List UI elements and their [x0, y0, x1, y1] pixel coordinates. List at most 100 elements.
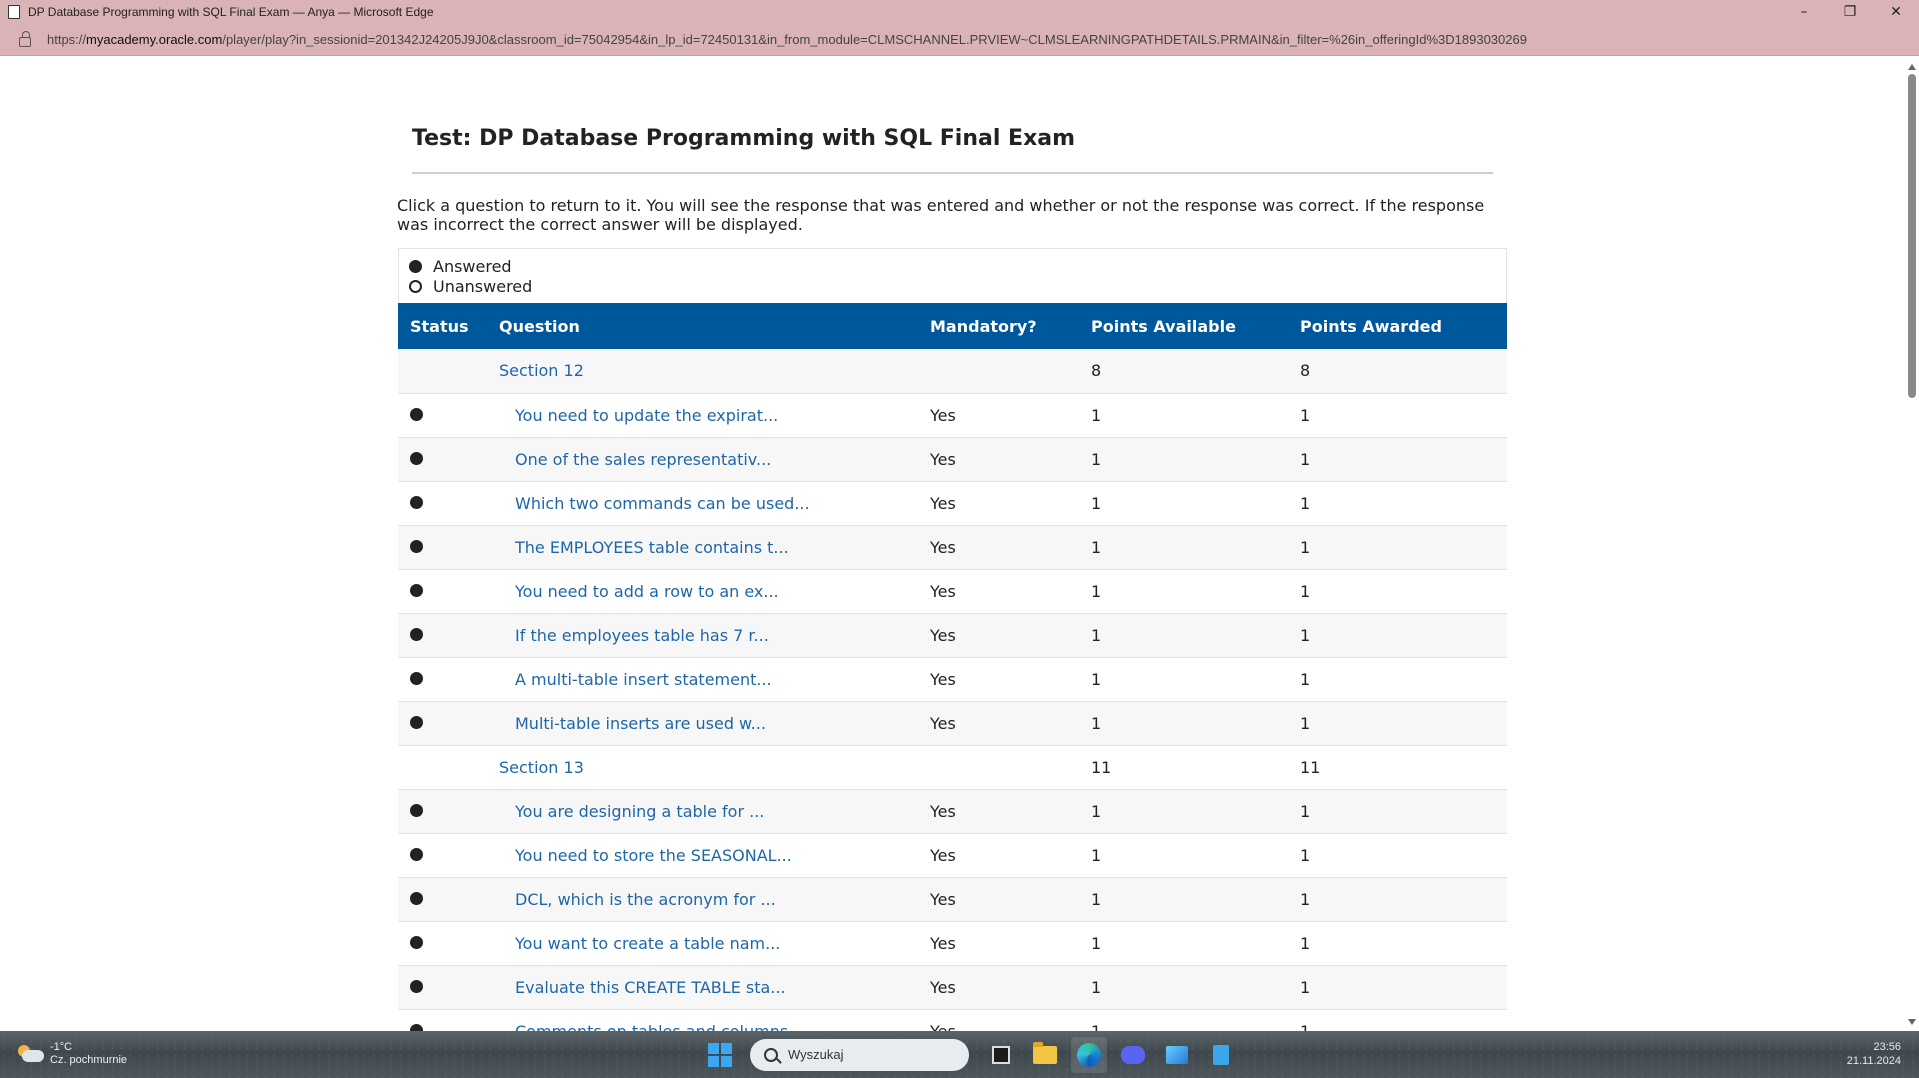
header-question[interactable]: Question: [499, 303, 930, 349]
page-content: Test: DP Database Programming with SQL F…: [0, 56, 1905, 1031]
answered-dot-icon: [410, 539, 423, 553]
url-domain: myacademy.oracle.com: [86, 31, 223, 47]
points-awarded-cell: 1: [1300, 921, 1507, 966]
points-awarded-cell: 1: [1300, 437, 1507, 482]
question-link[interactable]: Comments on tables and columns...: [499, 1022, 803, 1032]
points-available-cell: 8: [1091, 349, 1300, 394]
status-cell: [398, 349, 499, 394]
edge-button[interactable]: [1071, 1036, 1107, 1073]
question-link[interactable]: You need to store the SEASONAL...: [499, 846, 792, 865]
header-points-awarded[interactable]: Points Awarded: [1300, 303, 1507, 349]
question-cell: Multi-table inserts are used w...: [499, 701, 930, 746]
weather-description: Cz. pochmurnie: [50, 1054, 128, 1066]
mandatory-cell: Yes: [930, 393, 1091, 438]
question-link[interactable]: You are designing a table for ...: [499, 802, 764, 821]
restore-button[interactable]: ❐: [1827, 0, 1873, 23]
question-link[interactable]: The EMPLOYEES table contains t...: [499, 538, 789, 557]
legend-unanswered-label: Unanswered: [433, 277, 533, 296]
address-bar[interactable]: https://myacademy.oracle.com/player/play…: [0, 23, 1919, 56]
table-row: Multi-table inserts are used w... Yes 1 1: [398, 701, 1507, 746]
answered-dot-icon: [410, 671, 423, 685]
status-cell: [398, 657, 499, 702]
answered-dot-icon: [410, 847, 423, 861]
unanswered-ring-icon: [409, 280, 422, 293]
header-mandatory[interactable]: Mandatory?: [930, 303, 1091, 349]
question-link[interactable]: If the employees table has 7 r...: [499, 626, 769, 645]
mandatory-cell: Yes: [930, 789, 1091, 834]
question-cell: If the employees table has 7 r...: [499, 613, 930, 658]
photos-button[interactable]: [1159, 1037, 1195, 1073]
task-view-button[interactable]: [983, 1037, 1019, 1073]
taskbar-clock[interactable]: 23:56 21.11.2024: [1847, 1040, 1901, 1068]
points-available-cell: 1: [1091, 701, 1300, 746]
table-row: DCL, which is the acronym for ... Yes 1 1: [398, 877, 1507, 922]
question-link[interactable]: One of the sales representativ...: [499, 450, 771, 469]
answered-dot-icon: [410, 891, 423, 905]
points-available-cell: 1: [1091, 393, 1300, 438]
table-row: You need to update the expirat... Yes 1 1: [398, 393, 1507, 438]
lock-icon[interactable]: [19, 31, 31, 47]
question-link[interactable]: Multi-table inserts are used w...: [499, 714, 766, 733]
question-link[interactable]: You want to create a table nam...: [499, 934, 780, 953]
page-title: Test: DP Database Programming with SQL F…: [412, 126, 1076, 151]
points-available-cell: 1: [1091, 437, 1300, 482]
scroll-down-icon[interactable]: [1908, 1019, 1916, 1025]
url-text[interactable]: https://myacademy.oracle.com/player/play…: [47, 32, 1527, 47]
header-points-available[interactable]: Points Available: [1091, 303, 1300, 349]
points-available-cell: 1: [1091, 1009, 1300, 1031]
section-link[interactable]: Section 13: [499, 758, 584, 777]
points-available-cell: 1: [1091, 525, 1300, 570]
points-awarded-cell: 1: [1300, 701, 1507, 746]
points-awarded-cell: 1: [1300, 481, 1507, 526]
mandatory-cell: Yes: [930, 437, 1091, 482]
points-awarded-cell: 1: [1300, 393, 1507, 438]
table-body: Section 12 8 8 You need to update the expir…: [398, 349, 1507, 1031]
section-link[interactable]: Section 12: [499, 361, 584, 380]
windows-start-icon[interactable]: [708, 1042, 732, 1067]
points-available-cell: 11: [1091, 745, 1300, 790]
notepad-icon: [1213, 1044, 1229, 1065]
question-link[interactable]: You need to add a row to an ex...: [499, 582, 779, 601]
table-header-row: Status Question Mandatory? Points Availa…: [398, 303, 1507, 349]
file-explorer-button[interactable]: [1027, 1037, 1063, 1073]
answered-dot-icon: [409, 260, 422, 273]
scroll-up-icon[interactable]: [1908, 64, 1916, 70]
points-available-cell: 1: [1091, 921, 1300, 966]
weather-widget[interactable]: -1°C Cz. pochmurnie: [16, 1041, 127, 1067]
taskbar-search-box[interactable]: Wyszukaj: [750, 1038, 969, 1071]
instructions-text: Click a question to return to it. You wi…: [397, 196, 1485, 234]
question-link[interactable]: You need to update the expirat...: [499, 406, 778, 425]
answered-dot-icon: [410, 935, 423, 949]
question-cell: Which two commands can be used...: [499, 481, 930, 526]
vertical-scrollbar[interactable]: [1905, 56, 1919, 1031]
table-row: One of the sales representativ... Yes 1 1: [398, 437, 1507, 482]
question-cell: A multi-table insert statement...: [499, 657, 930, 702]
mandatory-cell: [930, 745, 1091, 790]
status-cell: [398, 481, 499, 526]
edge-icon: [1077, 1042, 1101, 1067]
window-title: DP Database Programming with SQL Final E…: [28, 4, 434, 19]
table-row: A multi-table insert statement... Yes 1 1: [398, 657, 1507, 702]
notepad-button[interactable]: [1203, 1037, 1239, 1073]
answered-dot-icon: [410, 583, 423, 597]
question-link[interactable]: DCL, which is the acronym for ...: [499, 890, 776, 909]
table-row: The EMPLOYEES table contains t... Yes 1 1: [398, 525, 1507, 570]
discord-button[interactable]: [1115, 1037, 1151, 1073]
page-icon: [8, 4, 20, 19]
close-button[interactable]: ✕: [1873, 0, 1919, 23]
scroll-thumb[interactable]: [1908, 74, 1916, 398]
mandatory-cell: [930, 349, 1091, 394]
minimize-button[interactable]: –: [1781, 0, 1827, 23]
question-cell: You need to add a row to an ex...: [499, 569, 930, 614]
question-link[interactable]: Evaluate this CREATE TABLE sta...: [499, 978, 786, 997]
points-available-cell: 1: [1091, 613, 1300, 658]
mandatory-cell: Yes: [930, 525, 1091, 570]
answered-dot-icon: [410, 979, 423, 993]
table-row: If the employees table has 7 r... Yes 1 1: [398, 613, 1507, 658]
points-available-cell: 1: [1091, 481, 1300, 526]
points-available-cell: 1: [1091, 789, 1300, 834]
question-cell: Section 13: [499, 745, 930, 790]
question-link[interactable]: A multi-table insert statement...: [499, 670, 772, 689]
question-link[interactable]: Which two commands can be used...: [499, 494, 810, 513]
header-status[interactable]: Status: [398, 303, 499, 349]
